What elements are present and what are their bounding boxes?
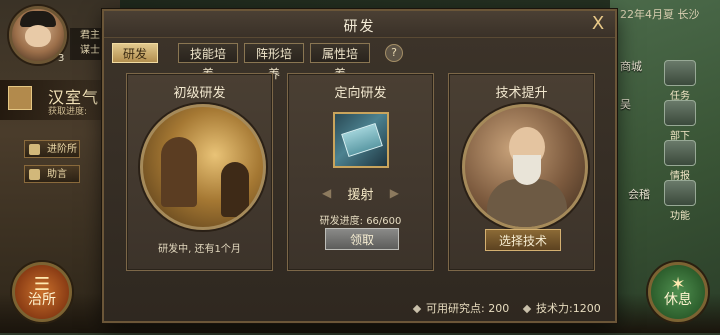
dialog-title: 研发 xyxy=(343,19,376,35)
tab-skill-training[interactable]: 技能培养 xyxy=(178,43,238,81)
claim-button[interactable]: 领取 xyxy=(325,228,399,250)
basic-research-panel[interactable]: 初级研发 研发中, 还有1个月 xyxy=(126,73,273,271)
scholar-robe xyxy=(487,179,567,227)
map-city-label[interactable]: 商城 xyxy=(620,58,642,74)
tab-formation-training[interactable]: 阵形培养 xyxy=(244,43,304,81)
rest-button[interactable]: ✶ 休息 xyxy=(648,262,708,322)
advance-office-label: 进阶所 xyxy=(47,144,77,155)
basic-research-title: 初级研发 xyxy=(173,86,226,101)
menu-intel[interactable]: 情报 xyxy=(663,140,697,182)
dynasty-seal-icon xyxy=(8,86,32,110)
general-figure xyxy=(161,137,197,207)
directed-research-panel: 定向研发 ◀ 援射 ▶ 研发进度: 66/600 领取 xyxy=(287,73,434,271)
soldier-figure xyxy=(221,162,249,217)
basic-research-status: 研发中, 还有1个月 xyxy=(158,244,241,255)
skill-name: 援射 xyxy=(347,188,374,203)
tech-upgrade-panel: 技术提升 选择技术 xyxy=(448,73,595,271)
menu-functions[interactable]: 功能 xyxy=(663,180,697,222)
tab-attribute-training[interactable]: 属性培养 xyxy=(310,43,370,81)
research-progress-label: 研发进度: xyxy=(319,216,363,227)
tech-power: 技术力:1200 xyxy=(522,300,601,316)
governance-emblem-icon: ☰ xyxy=(33,274,51,295)
tasks-icon xyxy=(664,60,696,86)
close-icon[interactable]: X xyxy=(589,15,607,33)
book-icon xyxy=(341,123,383,157)
available-points-value: 200 xyxy=(488,302,510,315)
functions-label: 功能 xyxy=(670,211,690,222)
advance-office-icon xyxy=(29,144,40,155)
tech-upgrade-title: 技术提升 xyxy=(495,86,548,101)
dynasty-progress: 获取进度: xyxy=(48,107,88,117)
research-progress: 研发进度: 66/600 xyxy=(288,212,433,227)
next-skill-icon[interactable]: ▶ xyxy=(390,186,399,200)
intel-icon xyxy=(664,140,696,166)
subordinates-icon xyxy=(664,100,696,126)
available-research-points: 可用研究点: 200 xyxy=(412,300,510,316)
tech-power-value: 1200 xyxy=(572,302,601,315)
research-dialog: 研发 X 研发 技能培养 阵形培养 属性培养 ? 初级研发 研发中, 还有1个月… xyxy=(102,9,617,323)
dialog-titlebar: 研发 X xyxy=(104,11,615,38)
advice-icon xyxy=(29,169,40,180)
map-city-label[interactable]: 吴 xyxy=(620,96,631,112)
functions-icon xyxy=(664,180,696,206)
advice-label: 助言 xyxy=(47,169,67,180)
game-date-location: 22年4月夏 长沙 xyxy=(620,8,700,21)
governance-button[interactable]: ☰ 治所 xyxy=(12,262,72,322)
diamond-icon xyxy=(412,304,422,314)
research-progress-value: 66/600 xyxy=(366,216,402,227)
map-city-label[interactable]: 会稽 xyxy=(628,186,650,202)
avatar-face xyxy=(25,25,51,47)
skill-book-icon[interactable] xyxy=(333,112,389,168)
dynasty-panel[interactable]: 汉室气 获取进度: xyxy=(0,80,110,120)
basic-research-illustration xyxy=(140,104,266,230)
diamond-icon xyxy=(522,304,532,314)
available-points-label: 可用研究点: xyxy=(426,302,485,315)
advice-button[interactable]: 助言 xyxy=(24,165,80,183)
menu-subordinates[interactable]: 部下 xyxy=(663,100,697,142)
select-tech-button[interactable]: 选择技术 xyxy=(485,229,561,251)
help-icon[interactable]: ? xyxy=(385,44,403,62)
tab-research[interactable]: 研发 xyxy=(112,43,158,63)
directed-research-title: 定向研发 xyxy=(334,86,387,101)
tech-upgrade-illustration xyxy=(462,104,588,230)
menu-tasks[interactable]: 任务 xyxy=(663,60,697,102)
rest-emblem-icon: ✶ xyxy=(670,274,686,295)
scholar-beard xyxy=(513,155,541,185)
advance-office-button[interactable]: 进阶所 xyxy=(24,140,80,158)
player-level: 3 xyxy=(58,53,65,64)
tech-power-label: 技术力: xyxy=(536,302,573,315)
dialog-footer: 可用研究点: 200 技术力:1200 xyxy=(104,291,615,321)
